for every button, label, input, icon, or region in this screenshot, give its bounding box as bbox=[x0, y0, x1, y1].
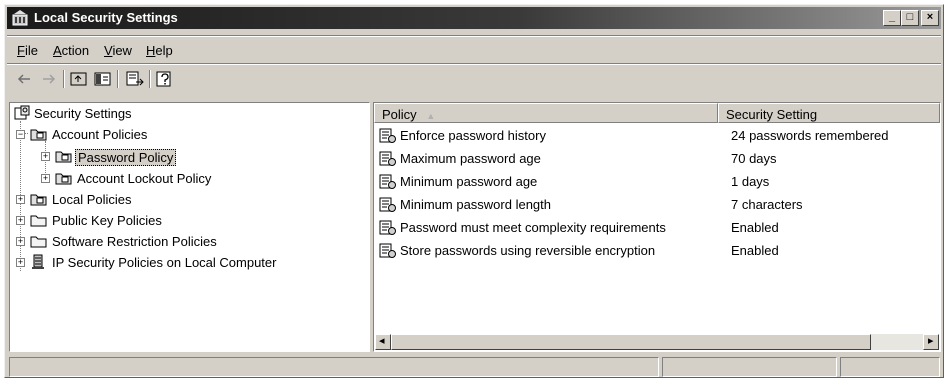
status-panel-secondary bbox=[662, 357, 837, 377]
scrollbar-thumb[interactable] bbox=[391, 334, 871, 350]
console-tree-pane[interactable]: Security Settings − Account Policies + P… bbox=[9, 102, 370, 352]
policy-icon bbox=[379, 196, 397, 214]
folder-lock-icon bbox=[30, 126, 48, 142]
status-panel-main bbox=[9, 357, 659, 377]
menu-action-label: ction bbox=[61, 43, 90, 58]
up-one-level-icon[interactable] bbox=[69, 69, 89, 89]
expand-icon[interactable]: + bbox=[16, 195, 25, 204]
show-hide-console-tree-icon[interactable] bbox=[93, 69, 113, 89]
tree-label: IP Security Policies on Local Computer bbox=[52, 255, 277, 270]
list-item[interactable]: Store passwords using reversible encrypt… bbox=[374, 240, 940, 263]
tree-label-selected: Password Policy bbox=[75, 149, 177, 166]
export-list-icon[interactable] bbox=[125, 69, 145, 89]
folder-icon bbox=[30, 233, 48, 249]
tree-label: Security Settings bbox=[34, 106, 132, 121]
list-item[interactable]: Minimum password age 1 days bbox=[374, 171, 940, 194]
policy-icon bbox=[379, 242, 397, 260]
policy-name: Store passwords using reversible encrypt… bbox=[400, 243, 656, 258]
security-settings-app-icon bbox=[12, 9, 30, 27]
expand-icon[interactable]: + bbox=[41, 174, 50, 183]
menu-separator-top bbox=[7, 35, 941, 37]
close-button[interactable]: × bbox=[921, 10, 939, 26]
back-icon[interactable] bbox=[15, 69, 35, 89]
forward-icon[interactable] bbox=[39, 69, 59, 89]
menu-action-accel: A bbox=[53, 43, 62, 58]
chevron-left-icon: ◂ bbox=[379, 335, 385, 347]
policy-name: Enforce password history bbox=[400, 128, 546, 143]
column-header-security-setting[interactable]: Security Setting bbox=[718, 103, 940, 123]
help-icon[interactable] bbox=[155, 69, 175, 89]
horizontal-scrollbar[interactable]: ◂ ▸ bbox=[375, 334, 939, 350]
maximize-button[interactable]: □ bbox=[901, 10, 919, 26]
title-bar[interactable]: Local Security Settings _ □ × bbox=[7, 7, 941, 29]
minimize-icon: _ bbox=[888, 11, 896, 23]
tree-label: Public Key Policies bbox=[52, 213, 162, 228]
toolbar-separator bbox=[63, 70, 65, 88]
policy-icon bbox=[379, 219, 397, 237]
expand-icon[interactable]: + bbox=[16, 237, 25, 246]
minimize-button[interactable]: _ bbox=[883, 10, 901, 26]
menu-bar: File Action View Help bbox=[7, 39, 941, 61]
status-bar bbox=[7, 355, 941, 377]
security-settings-icon bbox=[14, 105, 32, 121]
menu-file-accel: F bbox=[17, 43, 25, 58]
policy-setting: 24 passwords remembered bbox=[731, 128, 889, 143]
policy-icon bbox=[379, 150, 397, 168]
policy-icon bbox=[379, 127, 397, 145]
chevron-right-icon: ▸ bbox=[928, 335, 934, 347]
policy-icon bbox=[379, 173, 397, 191]
collapse-icon[interactable]: − bbox=[16, 130, 25, 139]
policy-name: Minimum password age bbox=[400, 174, 538, 189]
list-item[interactable]: Maximum password age 70 days bbox=[374, 148, 940, 171]
menu-help-accel: H bbox=[146, 43, 156, 58]
folder-lock-icon bbox=[55, 170, 73, 186]
column-header-policy[interactable]: Policy ▲ bbox=[374, 103, 718, 123]
toolbar bbox=[7, 65, 941, 95]
expand-icon[interactable]: + bbox=[41, 152, 50, 161]
column-header-label: Security Setting bbox=[726, 107, 818, 122]
policy-setting: Enabled bbox=[731, 220, 779, 235]
menu-action[interactable]: Action bbox=[53, 43, 89, 58]
scroll-right-button[interactable]: ▸ bbox=[923, 334, 939, 350]
tree-label: Software Restriction Policies bbox=[52, 234, 217, 249]
policy-setting: 1 days bbox=[731, 174, 770, 189]
maximize-icon: □ bbox=[906, 11, 914, 23]
policy-setting: Enabled bbox=[731, 243, 779, 258]
scroll-left-button[interactable]: ◂ bbox=[375, 334, 391, 350]
policy-setting: 7 characters bbox=[731, 197, 803, 212]
folder-lock-icon bbox=[30, 191, 48, 207]
tree-label: Local Policies bbox=[52, 192, 132, 207]
list-item[interactable]: Password must meet complexity requiremen… bbox=[374, 217, 940, 240]
close-icon: × bbox=[926, 11, 934, 23]
menu-help-label: elp bbox=[155, 43, 173, 58]
menu-file-label: ile bbox=[24, 43, 38, 58]
list-item[interactable]: Enforce password history 24 passwords re… bbox=[374, 125, 940, 148]
policy-setting: 70 days bbox=[731, 151, 777, 166]
ip-security-icon bbox=[30, 254, 48, 270]
policy-name: Password must meet complexity requiremen… bbox=[400, 220, 666, 235]
expand-icon[interactable]: + bbox=[16, 258, 25, 267]
column-header-label: Policy bbox=[382, 107, 417, 122]
folder-lock-icon bbox=[55, 148, 73, 164]
policy-name: Minimum password length bbox=[400, 197, 552, 212]
sort-ascending-icon: ▲ bbox=[426, 111, 436, 121]
menu-help[interactable]: Help bbox=[146, 43, 173, 58]
tree-label: Account Policies bbox=[52, 127, 148, 142]
tree-label: Account Lockout Policy bbox=[77, 171, 212, 186]
app-window: Local Security Settings _ □ × File Actio… bbox=[4, 4, 944, 378]
details-list-pane[interactable]: Policy ▲ Security Setting Enforce passwo… bbox=[373, 102, 941, 352]
toolbar-separator bbox=[117, 70, 119, 88]
folder-icon bbox=[30, 212, 48, 228]
status-panel-tertiary bbox=[840, 357, 940, 377]
window-title: Local Security Settings bbox=[34, 10, 178, 25]
list-item[interactable]: Minimum password length 7 characters bbox=[374, 194, 940, 217]
policy-name: Maximum password age bbox=[400, 151, 541, 166]
menu-file[interactable]: File bbox=[17, 43, 38, 58]
menu-view-label: iew bbox=[112, 43, 132, 58]
toolbar-separator bbox=[149, 70, 151, 88]
menu-view[interactable]: View bbox=[104, 43, 132, 58]
expand-icon[interactable]: + bbox=[16, 216, 25, 225]
